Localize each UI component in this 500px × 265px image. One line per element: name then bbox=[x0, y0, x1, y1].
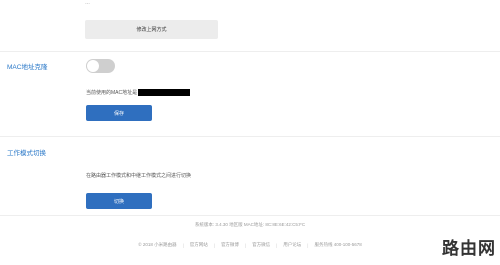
footer-hotline: 服务热线 400-100-5678 bbox=[314, 242, 362, 247]
watermark-logo: 路由网 bbox=[442, 239, 496, 259]
footer-link-weibo[interactable]: 官方微博 bbox=[221, 242, 239, 248]
work-mode-description: 在路由器工作模式和中继工作模式之间进行切换 bbox=[86, 173, 192, 179]
footer-link-website[interactable]: 官方网站 bbox=[190, 242, 208, 248]
change-connection-button[interactable]: 修改上网方式 bbox=[85, 20, 218, 39]
footer-links: © 2018 小米路由器 | 官方网站 | 官方微博 | 官方微信 | 用户论坛… bbox=[0, 242, 500, 248]
save-button[interactable]: 保存 bbox=[86, 105, 152, 121]
mac-redaction bbox=[138, 88, 191, 96]
divider bbox=[0, 136, 500, 137]
current-mac-row: 当前使用的MAC地址是 bbox=[86, 88, 191, 96]
footer-copyright: © 2018 小米路由器 bbox=[138, 242, 177, 247]
work-mode-title: 工作模式切换 bbox=[7, 150, 46, 157]
footer-link-wechat[interactable]: 官方微信 bbox=[252, 242, 270, 248]
toggle-knob bbox=[87, 60, 99, 72]
separator: | bbox=[244, 242, 247, 248]
current-mac-label: 当前使用的MAC地址是 bbox=[86, 89, 138, 96]
mac-clone-toggle[interactable] bbox=[86, 59, 115, 73]
mac-clone-title: MAC地址克隆 bbox=[7, 64, 48, 71]
top-partial-text: … bbox=[85, 0, 90, 6]
footer-link-forum[interactable]: 用户论坛 bbox=[283, 242, 301, 248]
divider bbox=[0, 51, 500, 52]
separator: | bbox=[213, 242, 215, 248]
separator: | bbox=[307, 242, 309, 248]
switch-mode-button[interactable]: 切换 bbox=[86, 193, 152, 209]
footer-divider bbox=[0, 215, 500, 216]
footer-version-info: 系统版本: 3.4.30 地区版 MAC地址: 8C:8E:6E:42:C5:F… bbox=[194, 222, 306, 227]
separator: | bbox=[276, 242, 278, 248]
separator: | bbox=[182, 242, 184, 248]
